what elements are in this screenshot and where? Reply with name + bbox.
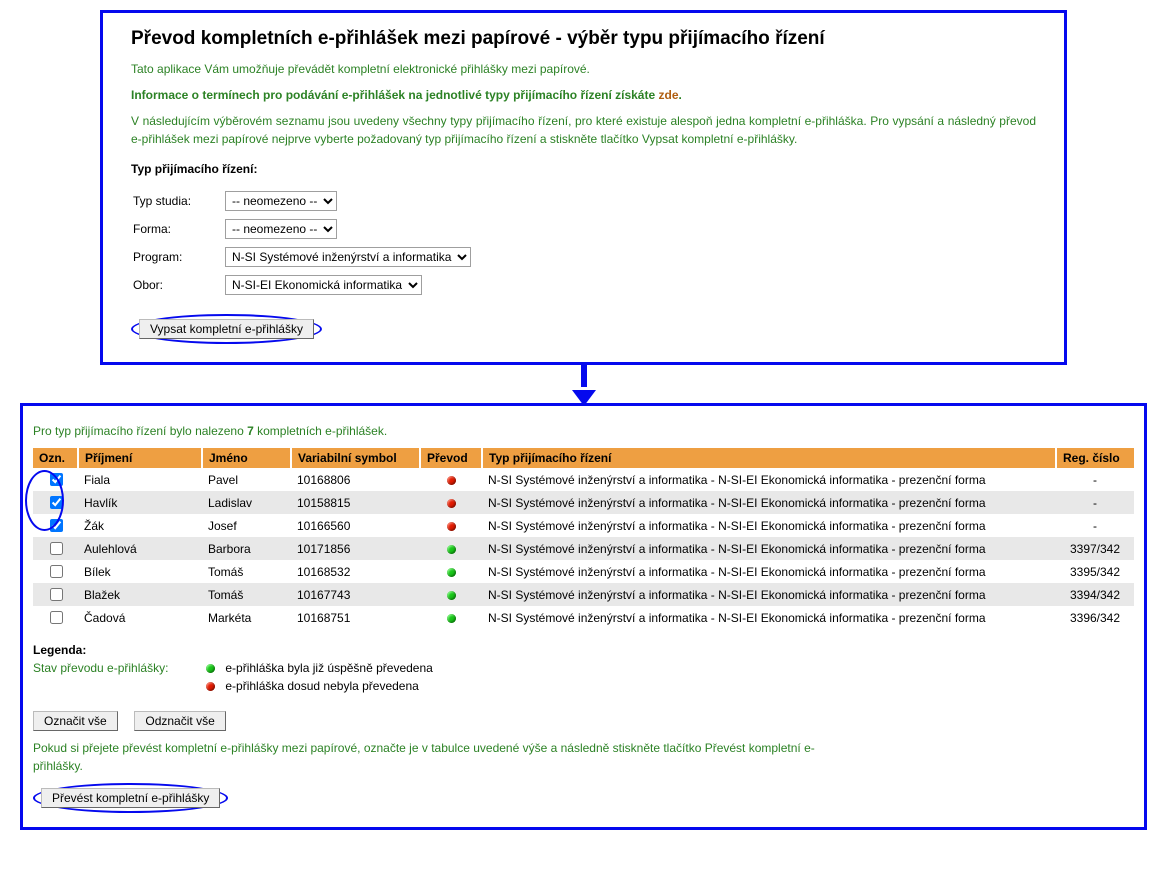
cell-typ: N-SI Systémové inženýrství a informatika… xyxy=(482,491,1056,514)
cell-prijmeni: Žák xyxy=(78,514,202,537)
cell-typ: N-SI Systémové inženýrství a informatika… xyxy=(482,468,1056,491)
row-checkbox[interactable] xyxy=(50,611,63,624)
table-row: AulehlováBarbora10171856 N-SI Systémové i… xyxy=(33,537,1134,560)
results-count-text: Pro typ přijímacího řízení bylo nalezeno… xyxy=(33,422,1134,440)
status-dot-green-icon xyxy=(206,664,215,673)
cell-prijmeni: Bílek xyxy=(78,560,202,583)
cell-prijmeni: Čadová xyxy=(78,606,202,629)
table-row: ČadováMarkéta10168751 N-SI Systémové inže… xyxy=(33,606,1134,629)
cell-vs: 10166560 xyxy=(291,514,420,537)
cell-vs: 10167743 xyxy=(291,583,420,606)
cell-jmeno: Markéta xyxy=(202,606,291,629)
cell-jmeno: Josef xyxy=(202,514,291,537)
cell-reg: 3395/342 xyxy=(1056,560,1134,583)
cell-prijmeni: Havlík xyxy=(78,491,202,514)
table-row: BlažekTomáš10167743 N-SI Systémové inžený… xyxy=(33,583,1134,606)
table-row: HavlíkLadislav10158815 N-SI Systémové inž… xyxy=(33,491,1134,514)
col-prijmeni: Příjmení xyxy=(78,448,202,468)
cell-jmeno: Tomáš xyxy=(202,560,291,583)
legend-label: Legenda: xyxy=(33,643,1134,657)
filter-form: Typ studia: -- neomezeno -- Forma: -- ne… xyxy=(131,186,478,300)
table-row: ŽákJosef10166560 N-SI Systémové inženýrst… xyxy=(33,514,1134,537)
cell-jmeno: Ladislav xyxy=(202,491,291,514)
table-row: FialaPavel10168806 N-SI Systémové inženýr… xyxy=(33,468,1134,491)
row-checkbox[interactable] xyxy=(50,565,63,578)
cell-typ: N-SI Systémové inženýrství a informatika… xyxy=(482,537,1056,560)
col-jmeno: Jméno xyxy=(202,448,291,468)
label-forma: Forma: xyxy=(133,216,223,242)
cell-vs: 10171856 xyxy=(291,537,420,560)
info-link[interactable]: zde xyxy=(658,88,678,102)
status-dot-red-icon xyxy=(447,499,456,508)
cell-typ: N-SI Systémové inženýrství a informatika… xyxy=(482,606,1056,629)
status-dot-green-icon xyxy=(447,614,456,623)
cell-prijmeni: Aulehlová xyxy=(78,537,202,560)
row-checkbox[interactable] xyxy=(50,519,63,532)
list-applications-button[interactable]: Vypsat kompletní e-přihlášky xyxy=(139,319,314,339)
col-vs: Variabilní symbol xyxy=(291,448,420,468)
legend-green-text: e-přihláška byla již úspěšně převedena xyxy=(225,661,432,675)
label-program: Program: xyxy=(133,244,223,270)
select-obor[interactable]: N-SI-EI Ekonomická informatika xyxy=(225,275,422,295)
convert-applications-button[interactable]: Převést kompletní e-přihlášky xyxy=(41,788,220,808)
cell-vs: 10168532 xyxy=(291,560,420,583)
legend-status-label: Stav převodu e-přihlášky: xyxy=(33,661,203,675)
status-dot-green-icon xyxy=(447,545,456,554)
page-title: Převod kompletních e-přihlášek mezi papí… xyxy=(131,28,1036,50)
cell-jmeno: Pavel xyxy=(202,468,291,491)
cell-reg: 3396/342 xyxy=(1056,606,1134,629)
legend-red-text: e-přihláška dosud nebyla převedena xyxy=(225,679,418,693)
cell-typ: N-SI Systémové inženýrství a informatika… xyxy=(482,583,1056,606)
cell-prijmeni: Blažek xyxy=(78,583,202,606)
cell-typ: N-SI Systémové inženýrství a informatika… xyxy=(482,560,1056,583)
col-ozn: Ozn. xyxy=(33,448,78,468)
row-checkbox[interactable] xyxy=(50,542,63,555)
status-dot-red-icon xyxy=(447,522,456,531)
cell-prijmeni: Fiala xyxy=(78,468,202,491)
highlight-ellipse-convert: Převést kompletní e-přihlášky xyxy=(33,783,228,813)
row-checkbox[interactable] xyxy=(50,588,63,601)
deselect-all-button[interactable]: Odznačit vše xyxy=(134,711,225,731)
table-row: BílekTomáš10168532 N-SI Systémové inženýr… xyxy=(33,560,1134,583)
status-dot-green-icon xyxy=(447,568,456,577)
row-checkbox[interactable] xyxy=(50,473,63,486)
select-forma[interactable]: -- neomezeno -- xyxy=(225,219,337,239)
cell-reg: 3394/342 xyxy=(1056,583,1134,606)
status-dot-red-icon xyxy=(447,476,456,485)
applications-table: Ozn. Příjmení Jméno Variabilní symbol Př… xyxy=(33,448,1134,629)
info-text: Informace o termínech pro podávání e-při… xyxy=(131,86,1036,104)
select-all-button[interactable]: Označit vše xyxy=(33,711,118,731)
convert-instruction: Pokud si přejete převést kompletní e-při… xyxy=(33,739,853,775)
results-panel: Pro typ přijímacího řízení bylo nalezeno… xyxy=(20,403,1147,830)
col-typ: Typ přijímacího řízení xyxy=(482,448,1056,468)
filter-panel: Převod kompletních e-přihlášek mezi papí… xyxy=(100,10,1067,365)
label-typ-studia: Typ studia: xyxy=(133,188,223,214)
cell-jmeno: Barbora xyxy=(202,537,291,560)
cell-vs: 10168751 xyxy=(291,606,420,629)
select-program[interactable]: N-SI Systémové inženýrství a informatika xyxy=(225,247,471,267)
cell-reg: 3397/342 xyxy=(1056,537,1134,560)
section-label: Typ přijímacího řízení: xyxy=(131,162,1036,176)
status-dot-green-icon xyxy=(447,591,456,600)
col-reg: Reg. číslo xyxy=(1056,448,1134,468)
cell-jmeno: Tomáš xyxy=(202,583,291,606)
cell-reg: - xyxy=(1056,514,1134,537)
arrow-down-icon xyxy=(10,362,1157,406)
label-obor: Obor: xyxy=(133,272,223,298)
col-prevod: Převod xyxy=(420,448,482,468)
highlight-ellipse: Vypsat kompletní e-přihlášky xyxy=(131,314,322,344)
cell-vs: 10158815 xyxy=(291,491,420,514)
select-typ-studia[interactable]: -- neomezeno -- xyxy=(225,191,337,211)
cell-typ: N-SI Systémové inženýrství a informatika… xyxy=(482,514,1056,537)
description-text: V následujícím výběrovém seznamu jsou uv… xyxy=(131,112,1036,148)
status-dot-red-icon xyxy=(206,682,215,691)
cell-reg: - xyxy=(1056,468,1134,491)
cell-vs: 10168806 xyxy=(291,468,420,491)
row-checkbox[interactable] xyxy=(50,496,63,509)
cell-reg: - xyxy=(1056,491,1134,514)
intro-text: Tato aplikace Vám umožňuje převádět komp… xyxy=(131,60,1036,78)
